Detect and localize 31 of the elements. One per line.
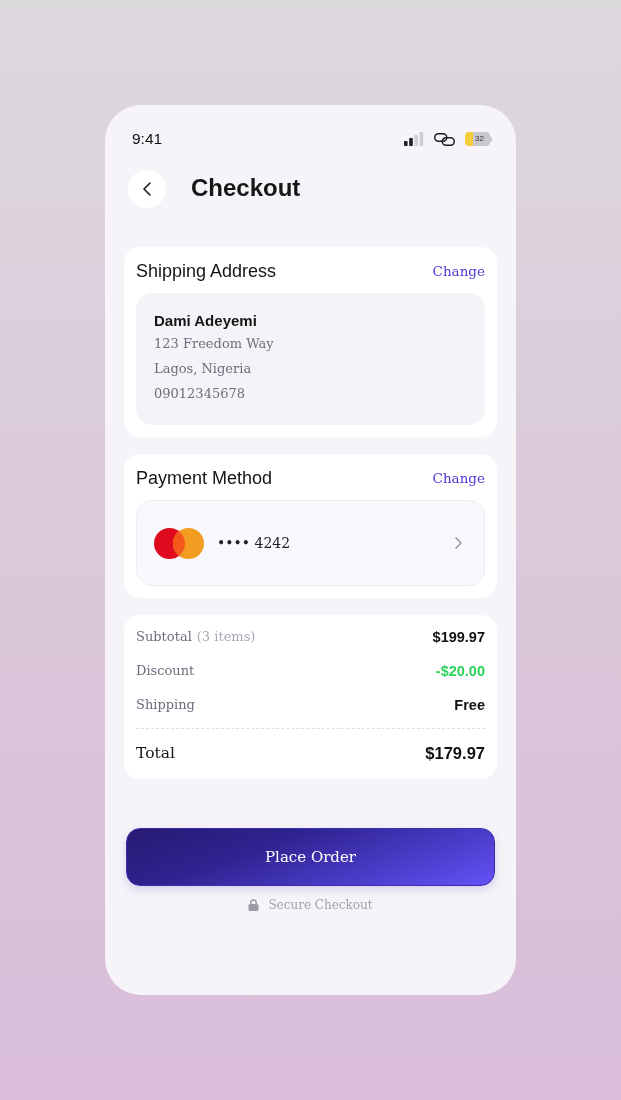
secure-checkout-text: Secure Checkout [268,897,373,913]
total-label: Total [136,743,175,764]
address-line: 123 Freedom Way [154,335,275,353]
discount-value: -$20.00 [435,662,485,681]
link-icon [434,132,455,146]
lock-icon [248,899,260,911]
page-title: Checkout [191,172,301,203]
summary-label: Subtotal [136,628,192,646]
item-count: (3 items) [196,628,256,646]
chevron-left-icon [143,182,151,196]
back-button[interactable] [128,170,166,208]
signal-icon [404,132,424,146]
status-time: 9:41 [132,130,163,148]
change-link[interactable]: Change [432,468,485,488]
summary-label: Discount [136,662,195,680]
address-line: 09012345678 [154,385,246,403]
battery-percentage: 32 [475,134,484,144]
address-line: Lagos, Nigeria [154,360,253,378]
summary-value: Free [454,696,485,715]
section-title: Payment Method [136,467,273,489]
change-link[interactable]: Change [432,261,485,281]
summary-value: $199.97 [432,628,485,647]
payment-card-row[interactable]: •••• 4242 [136,500,485,586]
total-value: $179.97 [425,743,485,764]
card-logo-icon [154,527,204,559]
recipient-name: Dami Adeyemi [154,311,258,331]
summary-label: Shipping [136,696,195,714]
card-number: •••• 4242 [217,534,291,553]
chevron-right-icon [455,537,462,549]
place-order-button[interactable]: Place Order [126,828,495,886]
section-title: Shipping Address [136,260,277,282]
